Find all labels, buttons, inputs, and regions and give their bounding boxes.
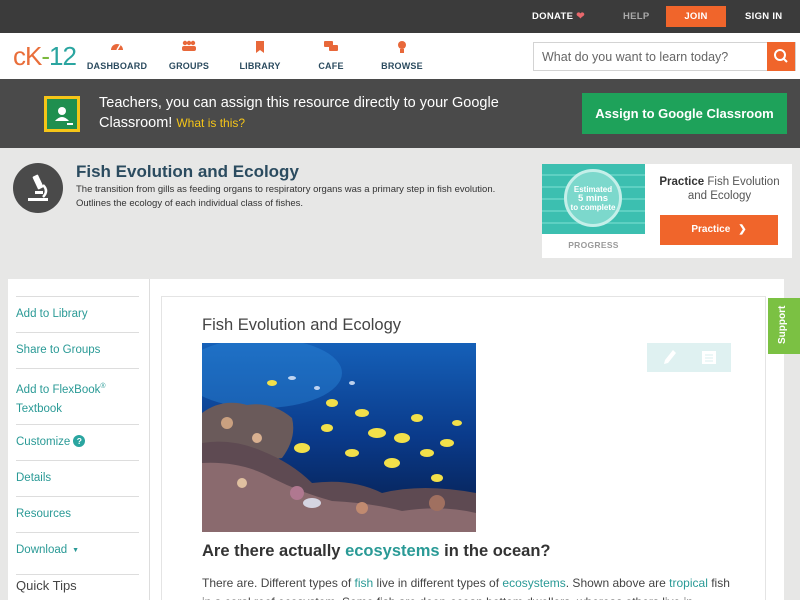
article: Fish Evolution and Ecology Are there act… — [161, 296, 766, 600]
nav-groups[interactable]: GROUPS — [154, 40, 224, 71]
pencil-icon[interactable] — [663, 349, 677, 365]
google-classroom-banner: Teachers, you can assign this resource d… — [0, 79, 800, 148]
resource-header: Fish Evolution and Ecology The transitio… — [0, 148, 800, 266]
donate-link[interactable]: DONATE ❤ — [532, 0, 585, 33]
practice-graphic: Estimated 5 mins to complete — [542, 164, 645, 234]
coral-reef-fish-image — [202, 343, 476, 532]
customize-link[interactable]: Customize? — [16, 424, 139, 460]
chevron-right-icon: ❯ — [738, 224, 747, 235]
search-icon — [774, 49, 788, 63]
ecosystems-heading-link[interactable]: ecosystems — [345, 542, 439, 560]
nav-library[interactable]: LIBRARY — [225, 40, 295, 71]
support-tab[interactable]: Support — [768, 298, 800, 354]
question-icon[interactable]: ? — [73, 435, 86, 447]
para-text-3: . Shown above are — [565, 576, 670, 590]
add-to-flexbook-label: Add to FlexBook — [16, 383, 101, 396]
heading-post: in the ocean? — [439, 542, 551, 560]
nav-groups-label: GROUPS — [168, 61, 210, 71]
logo-dash: - — [41, 41, 50, 71]
nav-cafe[interactable]: CAFE — [296, 40, 366, 71]
donate-label: DONATE — [532, 11, 574, 22]
tropical-link[interactable]: tropical — [669, 576, 708, 590]
what-is-this-link[interactable]: What is this? — [176, 116, 245, 130]
customize-label: Customize — [16, 436, 71, 448]
estimated-time-badge: Estimated 5 mins to complete — [564, 169, 622, 227]
nav-cafe-label: CAFE — [318, 61, 344, 71]
google-classroom-icon — [44, 96, 80, 132]
practice-title-bold: Practice — [659, 176, 705, 188]
sign-in-link[interactable]: SIGN IN — [745, 0, 782, 33]
help-link[interactable]: HELP — [623, 0, 650, 33]
add-to-library-link[interactable]: Add to Library — [16, 296, 139, 332]
search-button[interactable] — [767, 42, 795, 71]
flexbook-textbook-label: Textbook — [16, 402, 63, 415]
progress-label: PROGRESS — [568, 240, 619, 250]
article-title: Fish Evolution and Ecology — [202, 316, 402, 334]
nav-browse-label: BROWSE — [381, 61, 423, 71]
logo-12: 12 — [49, 41, 77, 71]
nav-dashboard[interactable]: DASHBOARD — [82, 40, 152, 71]
practice-title: Practice Fish Evolution and Ecology — [652, 175, 787, 203]
share-to-groups-label: Share to Groups — [16, 344, 101, 356]
download-link[interactable]: Download ▼ — [16, 532, 139, 568]
content-area: Add to Library Share to Groups Add to Fl… — [8, 279, 784, 600]
resources-label: Resources — [16, 508, 71, 520]
dashboard-icon — [82, 40, 152, 56]
browse-icon — [367, 40, 437, 56]
groups-icon — [154, 40, 224, 56]
heart-icon: ❤ — [576, 11, 585, 22]
para-text-1: There are. Different types of — [202, 576, 355, 590]
para-text-2: live in different types of — [373, 576, 503, 590]
add-to-library-label: Add to Library — [16, 308, 88, 320]
caret-down-icon: ▼ — [72, 547, 80, 554]
practice-button-label: Practice — [691, 224, 731, 235]
microscope-icon — [13, 163, 63, 213]
fish-link[interactable]: fish — [355, 576, 374, 590]
main-nav: cK-12 DASHBOARD GROUPS LIBRARY CAFE BROW… — [0, 33, 800, 79]
top-bar: DONATE ❤ HELP JOIN SIGN IN — [0, 0, 800, 33]
add-to-flexbook-link[interactable]: Add to FlexBook® Textbook — [16, 368, 139, 424]
notes-icon[interactable] — [701, 350, 717, 365]
to-complete-label: to complete — [570, 203, 616, 212]
logo-ck: cK — [13, 41, 42, 71]
section-heading: Are there actually ecosystems in the oce… — [202, 542, 550, 561]
search-box — [533, 42, 796, 71]
share-to-groups-link[interactable]: Share to Groups — [16, 332, 139, 368]
resource-sidebar: Add to Library Share to Groups Add to Fl… — [8, 279, 150, 600]
assign-google-classroom-button[interactable]: Assign to Google Classroom — [582, 93, 787, 134]
practice-button[interactable]: Practice ❯ — [660, 215, 778, 245]
article-tools — [647, 343, 731, 372]
download-label: Download — [16, 544, 68, 556]
nav-dashboard-label: DASHBOARD — [86, 61, 148, 71]
ecosystems-link[interactable]: ecosystems — [502, 576, 565, 590]
resources-link[interactable]: Resources — [16, 496, 139, 532]
details-label: Details — [16, 472, 52, 484]
join-button[interactable]: JOIN — [666, 6, 726, 27]
resource-description: The transition from gills as feeding org… — [76, 184, 496, 209]
banner-message: Teachers, you can assign this resource d… — [99, 95, 499, 131]
details-link[interactable]: Details — [16, 460, 139, 496]
banner-text: Teachers, you can assign this resource d… — [99, 93, 519, 133]
library-icon — [225, 40, 295, 56]
nav-library-label: LIBRARY — [239, 61, 281, 71]
registered-mark: ® — [100, 383, 106, 390]
resource-title: Fish Evolution and Ecology — [76, 162, 299, 181]
ck12-logo[interactable]: cK-12 — [13, 41, 77, 72]
cafe-icon — [296, 40, 366, 56]
quick-tips-heading: Quick Tips — [16, 574, 139, 593]
search-input[interactable] — [534, 43, 768, 70]
article-paragraph: There are. Different types of fish live … — [202, 574, 742, 600]
support-label: Support — [777, 305, 788, 344]
nav-browse[interactable]: BROWSE — [367, 40, 437, 71]
heading-pre: Are there actually — [202, 542, 346, 560]
practice-card: Estimated 5 mins to complete PROGRESS Pr… — [542, 164, 792, 258]
